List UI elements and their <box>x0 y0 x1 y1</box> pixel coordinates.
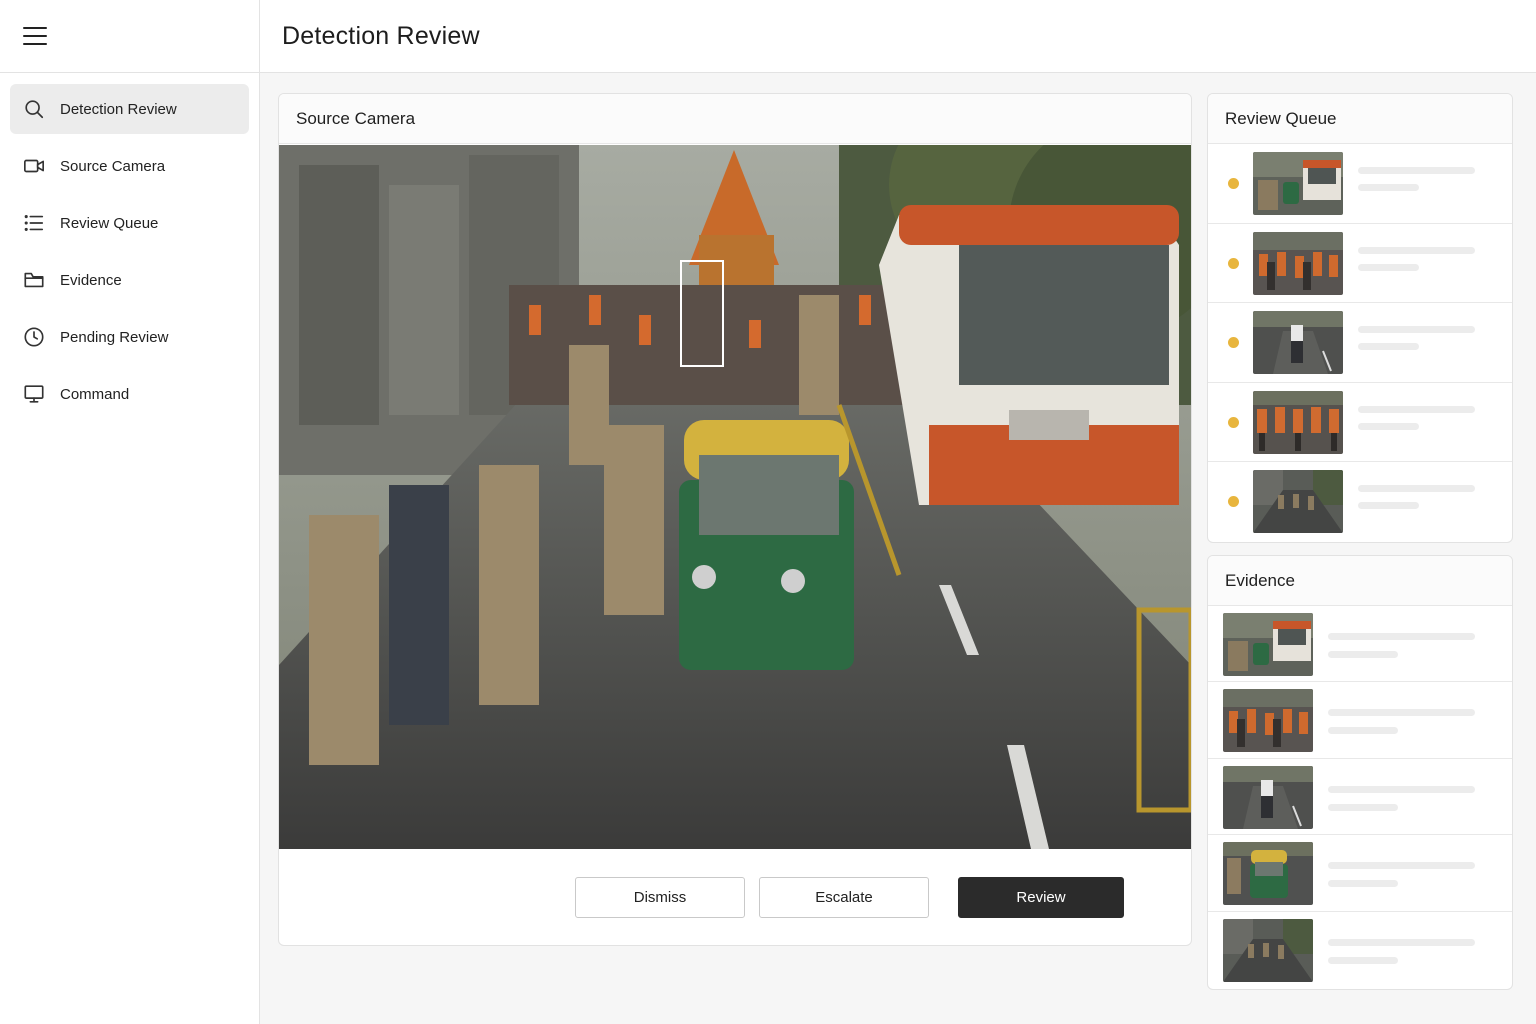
autorickshaw-thumbnail <box>1223 842 1313 906</box>
placeholder-line <box>1328 709 1475 717</box>
placeholder-line <box>1358 246 1475 254</box>
sidebar-item-label: Pending Review <box>60 328 169 346</box>
review-queue-panel: Review Queue <box>1207 93 1513 543</box>
search-icon <box>23 98 45 120</box>
sidebar-item-label: Evidence <box>60 271 122 289</box>
source-camera-title: Source Camera <box>279 94 1191 144</box>
street-scene-image <box>279 145 1191 849</box>
page-title: Detection Review <box>282 21 480 50</box>
sidebar-item-evidence[interactable]: Evidence <box>10 255 249 305</box>
dismiss-button[interactable]: Dismiss <box>575 877 745 918</box>
motorcycle-thumbnail <box>1223 765 1313 829</box>
queue-item[interactable] <box>1208 303 1512 383</box>
placeholder-line <box>1358 167 1475 174</box>
bus-street-thumbnail <box>1223 613 1313 676</box>
sidebar-item-command[interactable]: Command <box>10 369 249 419</box>
placeholder-line <box>1358 263 1419 271</box>
placeholder-line <box>1358 405 1475 413</box>
list-icon <box>23 212 45 234</box>
crowd-orange-thumbnail <box>1253 231 1343 295</box>
sidebar-item-source-camera[interactable]: Source Camera <box>10 141 249 191</box>
placeholder-line <box>1358 485 1475 493</box>
queue-item[interactable] <box>1208 224 1512 304</box>
video-camera-icon <box>23 155 45 177</box>
pending-status-dot <box>1228 178 1239 189</box>
page-header: Detection Review <box>260 0 1536 73</box>
action-bar: Dismiss Escalate Review <box>279 849 1191 945</box>
evidence-panel: Evidence <box>1207 555 1513 990</box>
review-queue-title: Review Queue <box>1208 94 1512 144</box>
pending-status-dot <box>1228 416 1239 428</box>
placeholder-line <box>1328 880 1398 888</box>
evidence-item[interactable] <box>1208 606 1512 683</box>
placeholder-line <box>1328 651 1398 658</box>
sidebar-nav: Detection Review Source Camera Review Qu… <box>0 73 259 437</box>
placeholder-line <box>1358 184 1419 191</box>
placeholder-line <box>1328 862 1475 870</box>
evidence-item[interactable] <box>1208 912 1512 988</box>
placeholder-line <box>1358 502 1419 510</box>
review-queue-list <box>1208 144 1512 542</box>
crowd-marching-thumbnail <box>1253 390 1343 454</box>
placeholder-line <box>1328 938 1475 946</box>
queue-item[interactable] <box>1208 383 1512 463</box>
pending-status-dot <box>1228 337 1239 349</box>
folder-icon <box>23 269 45 291</box>
placeholder-line <box>1358 422 1419 430</box>
sidebar-item-label: Review Queue <box>60 214 159 232</box>
camera-feed[interactable] <box>279 145 1191 849</box>
source-camera-panel: Source Camera Dismiss Escalate Review <box>278 93 1192 946</box>
menu-icon[interactable] <box>23 27 47 45</box>
pending-status-dot <box>1228 257 1239 269</box>
queue-item[interactable] <box>1208 144 1512 224</box>
sidebar-item-review-queue[interactable]: Review Queue <box>10 198 249 248</box>
bus-street-thumbnail <box>1253 152 1343 215</box>
monitor-icon <box>23 383 45 405</box>
placeholder-line <box>1328 803 1398 811</box>
evidence-item[interactable] <box>1208 835 1512 912</box>
review-button[interactable]: Review <box>958 877 1124 918</box>
evidence-list <box>1208 606 1512 988</box>
sidebar-item-detection-review[interactable]: Detection Review <box>10 84 249 134</box>
placeholder-line <box>1358 343 1419 351</box>
placeholder-line <box>1328 785 1475 793</box>
sidebar-item-label: Detection Review <box>60 100 177 118</box>
queue-item[interactable] <box>1208 462 1512 542</box>
pending-status-dot <box>1228 496 1239 508</box>
clock-icon <box>23 326 45 348</box>
placeholder-line <box>1328 956 1398 964</box>
crowd-orange-thumbnail <box>1223 689 1313 753</box>
evidence-title: Evidence <box>1208 556 1512 606</box>
sidebar-item-label: Source Camera <box>60 157 166 175</box>
placeholder-line <box>1328 633 1475 640</box>
sidebar-item-pending-review[interactable]: Pending Review <box>10 312 249 362</box>
evidence-item[interactable] <box>1208 759 1512 836</box>
street-procession-thumbnail <box>1253 470 1343 534</box>
street-procession-thumbnail <box>1223 918 1313 982</box>
sidebar-header <box>0 0 259 73</box>
motorcycle-thumbnail <box>1253 311 1343 375</box>
placeholder-line <box>1328 727 1398 735</box>
sidebar: Detection Review Source Camera Review Qu… <box>0 0 260 1024</box>
sidebar-item-label: Command <box>60 385 130 403</box>
placeholder-line <box>1358 326 1475 334</box>
evidence-item[interactable] <box>1208 682 1512 759</box>
escalate-button[interactable]: Escalate <box>759 877 929 918</box>
detection-bounding-box[interactable] <box>680 260 724 367</box>
